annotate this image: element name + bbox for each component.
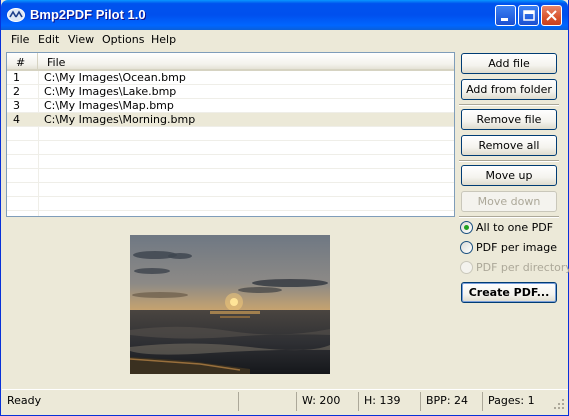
minimize-icon (501, 18, 508, 21)
remove-file-button[interactable]: Remove file (461, 109, 557, 130)
title-bar[interactable]: Bmp2PDF Pilot 1.0 (1, 0, 568, 30)
file-list-header: # File (7, 53, 454, 71)
empty-row (7, 183, 454, 197)
table-row-selected[interactable]: 4 C:\My Images\Morning.bmp (7, 113, 454, 127)
radio-disabled-icon (460, 261, 473, 274)
menu-bar: File Edit View Options Help (2, 30, 568, 49)
status-empty-panel (238, 392, 296, 411)
column-header-file[interactable]: File (39, 53, 454, 71)
move-down-button[interactable]: Move down (461, 191, 557, 212)
preview-image (130, 235, 330, 374)
separator (459, 104, 559, 106)
minimize-button[interactable] (495, 5, 516, 26)
maximize-icon (523, 10, 535, 21)
menu-file[interactable]: File (11, 33, 29, 46)
table-row[interactable]: 2 C:\My Images\Lake.bmp (7, 85, 454, 99)
maximize-button[interactable] (518, 5, 539, 26)
status-text: Ready (7, 394, 42, 407)
empty-row (7, 141, 454, 155)
menu-options[interactable]: Options (102, 33, 144, 46)
close-button[interactable] (541, 5, 562, 26)
add-file-button[interactable]: Add file (461, 53, 557, 74)
move-up-button[interactable]: Move up (461, 165, 557, 186)
separator (459, 216, 559, 218)
radio-unchecked-icon (460, 241, 473, 254)
image-preview-panel (6, 221, 455, 386)
status-height: H: 139 (358, 392, 420, 411)
file-list[interactable]: # File 1 C:\My Images\Ocean.bmp 2 C:\My … (6, 52, 455, 217)
separator (459, 160, 559, 162)
window-title: Bmp2PDF Pilot 1.0 (30, 7, 146, 22)
column-header-number[interactable]: # (7, 53, 38, 71)
empty-row (7, 197, 454, 211)
status-pages: Pages: 1 (482, 392, 554, 411)
close-icon (546, 10, 557, 21)
table-row[interactable]: 1 C:\My Images\Ocean.bmp (7, 71, 454, 85)
app-window: Bmp2PDF Pilot 1.0 File Edit View Options… (0, 0, 569, 416)
menu-edit[interactable]: Edit (38, 33, 59, 46)
menu-view[interactable]: View (68, 33, 94, 46)
empty-row (7, 127, 454, 141)
add-from-folder-button[interactable]: Add from folder (461, 79, 557, 100)
menu-help[interactable]: Help (151, 33, 176, 46)
create-pdf-button[interactable]: Create PDF... (461, 282, 557, 303)
status-bpp: BPP: 24 (420, 392, 482, 411)
status-width: W: 200 (296, 392, 358, 411)
radio-checked-icon (460, 221, 473, 234)
table-row[interactable]: 3 C:\My Images\Map.bmp (7, 99, 454, 113)
remove-all-button[interactable]: Remove all (461, 135, 557, 156)
empty-row (7, 169, 454, 183)
app-icon (7, 8, 25, 22)
status-bar: Ready W: 200 H: 139 BPP: 24 Pages: 1 (2, 389, 568, 413)
empty-row (7, 155, 454, 169)
resize-grip-icon[interactable] (554, 399, 565, 410)
